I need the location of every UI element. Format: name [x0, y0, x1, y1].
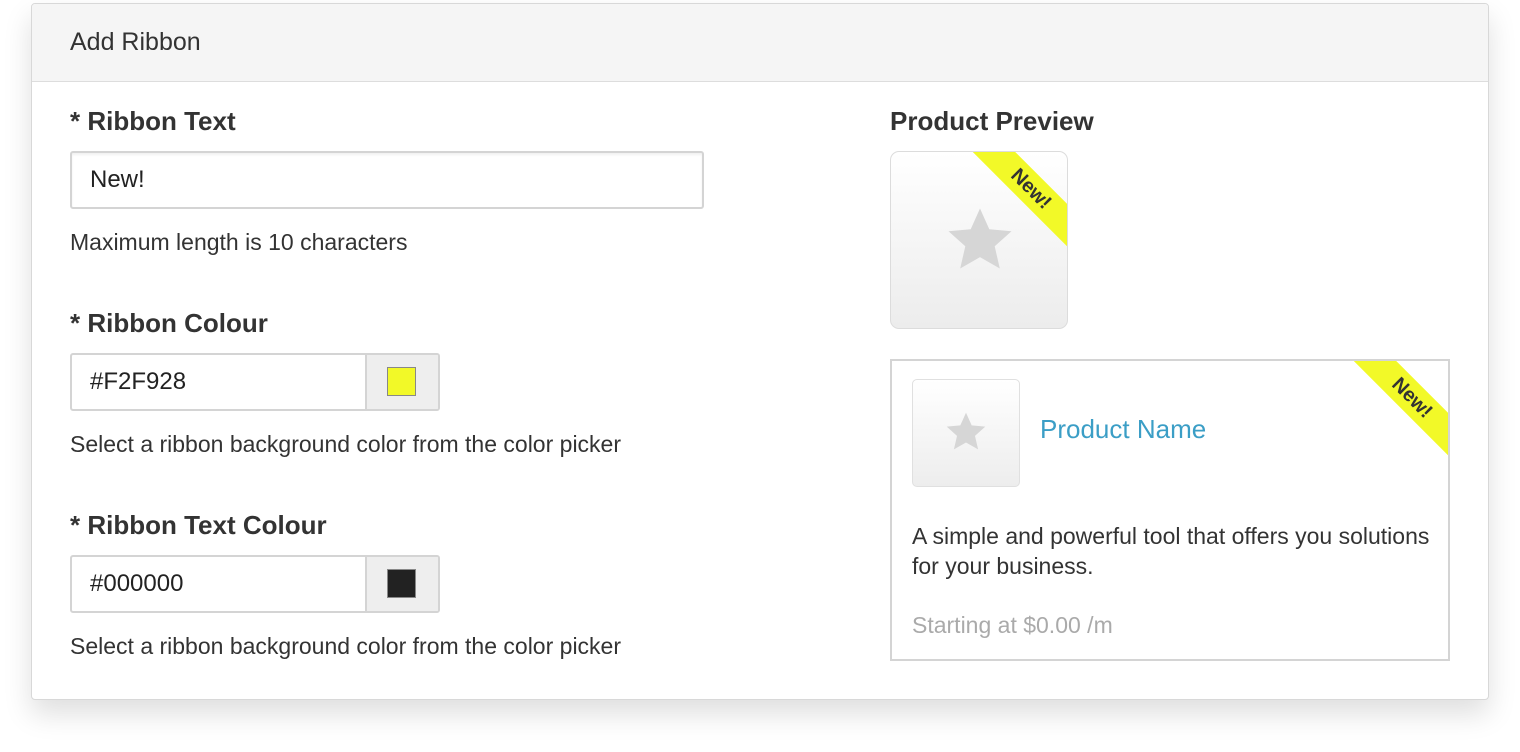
ribbon-text-colour-swatch — [387, 569, 416, 598]
panel-title: Add Ribbon — [70, 28, 201, 56]
card-ribbon: New! — [1344, 361, 1448, 466]
product-preview-title: Product Preview — [890, 106, 1094, 136]
panel-header: Add Ribbon — [32, 4, 1488, 82]
ribbon-colour-help: Select a ribbon background color from th… — [70, 431, 622, 457]
ribbon-colour-field: #F2F928 — [70, 353, 440, 411]
ribbon-colour-input[interactable]: #F2F928 — [90, 355, 186, 409]
star-icon — [948, 208, 1012, 269]
ribbon-text-input[interactable]: New! — [70, 151, 704, 209]
product-thumbnail — [912, 379, 1020, 487]
ribbon-text-colour-field: #000000 — [70, 555, 440, 613]
ribbon-colour-picker-button[interactable] — [365, 355, 438, 409]
ribbon-colour-swatch — [387, 367, 416, 396]
star-icon — [946, 412, 986, 450]
ribbon-text-colour-input[interactable]: #000000 — [90, 557, 183, 611]
product-description: A simple and powerful tool that offers y… — [912, 523, 1430, 579]
add-ribbon-panel: Add Ribbon * Ribbon Text New! Maximum le… — [31, 3, 1489, 700]
ribbon-text-help: Maximum length is 10 characters — [70, 229, 408, 255]
ribbon-text-label: * Ribbon Text — [70, 106, 236, 136]
ribbon-text-colour-picker-button[interactable] — [365, 557, 438, 611]
product-price: Starting at $0.00 /m — [912, 612, 1113, 638]
product-tile-preview: New! — [890, 151, 1068, 329]
ribbon-colour-label: * Ribbon Colour — [70, 308, 268, 338]
ribbon-text-colour-label: * Ribbon Text Colour — [70, 510, 327, 540]
ribbon-text-colour-help: Select a ribbon background color from th… — [70, 633, 622, 659]
product-card-preview: Product Name New! A simple and powerful … — [890, 359, 1450, 661]
product-name-link[interactable]: Product Name — [1040, 414, 1206, 444]
